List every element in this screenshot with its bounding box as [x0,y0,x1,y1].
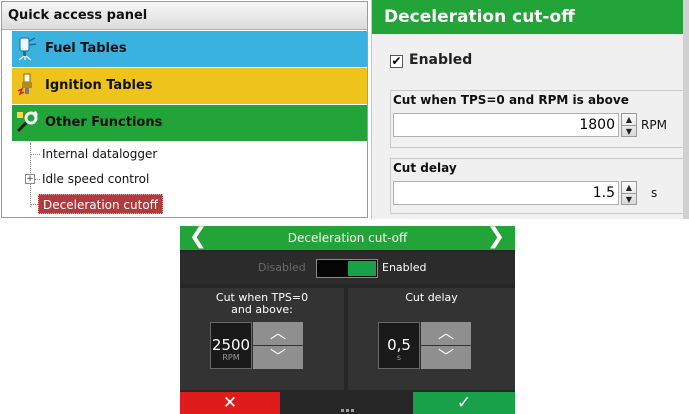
tree-item-idle-speed-control[interactable]: Idle speed control [42,169,149,189]
spark-plug-icon [17,73,32,96]
cancel-button[interactable]: ✕ [180,392,280,414]
enable-toggle-row: Disabled Enabled [180,252,515,284]
device-delay-label: Cut delay [405,291,458,304]
tree-expand-button[interactable]: + [25,174,35,184]
cut-delay-group: Cut delay 1.5 ▲ ▼ s [390,158,689,214]
panel-title: Deceleration cut-off [372,0,689,34]
menu-grid-icon[interactable] [316,397,378,412]
device-delay-spinner[interactable]: ︿ ﹀ [421,322,471,369]
rpm-threshold-group: Cut when TPS=0 and RPM is above 1800 ▲ ▼… [390,90,689,148]
device-rpm-spinner[interactable]: ︿ ﹀ [253,322,303,369]
tree-connector [30,154,40,155]
chevron-up-icon[interactable]: ︿ [421,322,471,345]
quick-access-panel: Quick access panel Fuel Tables Ignition … [1,1,368,218]
next-page-icon[interactable]: ❯ [486,226,506,250]
rpm-threshold-label: Cut when TPS=0 and RPM is above [393,93,629,107]
device-delay-value: 0,5 [387,336,411,354]
previous-page-icon[interactable]: ❮ [188,226,208,250]
tree-item-deceleration-cutoff[interactable]: Deceleration cutoff [38,194,163,214]
deceleration-cutoff-panel: Deceleration cut-off ✔ Enabled Cut when T… [371,0,689,219]
window-edge [683,0,689,219]
cut-delay-spinner[interactable]: ▲ ▼ [621,181,637,205]
toggle-knob [348,261,376,276]
category-ignition-tables[interactable]: Ignition Tables [12,68,367,104]
device-delay-panel: Cut delay 0,5 s ︿ ﹀ [348,288,515,390]
toggle-enabled-label: Enabled [382,261,427,274]
category-ignition-tables-label: Ignition Tables [45,78,153,93]
confirm-button[interactable]: ✓ [413,392,515,414]
enabled-checkbox[interactable]: ✔ [390,55,403,68]
enable-toggle-switch[interactable] [316,259,378,278]
fuel-injector-icon [18,37,37,61]
device-rpm-panel: Cut when TPS=0 and above: 2500 RPM ︿ ﹀ [180,288,344,390]
cut-delay-unit-label: s [651,186,658,200]
spin-down-icon[interactable]: ▼ [622,193,636,204]
category-fuel-tables-label: Fuel Tables [45,41,127,56]
category-other-functions[interactable]: Other Functions [12,105,367,141]
chevron-up-icon[interactable]: ︿ [253,322,303,345]
cut-delay-input[interactable]: 1.5 [393,181,619,205]
rpm-threshold-input[interactable]: 1800 [393,113,619,137]
spin-down-icon[interactable]: ▼ [622,125,636,136]
device-delay-value-box[interactable]: 0,5 s [378,322,420,369]
tree-item-internal-datalogger[interactable]: Internal datalogger [42,144,157,164]
spin-up-icon[interactable]: ▲ [622,114,636,125]
device-delay-unit: s [396,353,402,362]
category-other-functions-label: Other Functions [45,115,163,130]
cut-delay-label: Cut delay [393,161,457,175]
enabled-checkbox-row[interactable]: ✔ Enabled [390,51,472,69]
spin-up-icon[interactable]: ▲ [622,182,636,193]
enabled-checkbox-label: Enabled [409,52,473,68]
chevron-down-icon[interactable]: ﹀ [421,346,471,369]
toggle-disabled-label: Disabled [258,261,306,274]
device-title: Deceleration cut-off [180,226,515,250]
rpm-threshold-spinner[interactable]: ▲ ▼ [621,113,637,137]
device-rpm-value: 2500 [211,336,251,354]
desktop-software-window: Quick access panel Fuel Tables Ignition … [0,0,689,219]
device-rpm-unit: RPM [222,353,240,362]
device-rpm-value-box[interactable]: 2500 RPM [210,322,252,369]
device-screen: Deceleration cut-off ❮ ❯ Disabled Enable… [180,226,515,414]
quick-access-panel-title: Quick access panel [2,2,367,30]
category-fuel-tables[interactable]: Fuel Tables [12,31,367,67]
chevron-down-icon[interactable]: ﹀ [253,346,303,369]
functions-icon [16,111,38,133]
rpm-unit-label: RPM [641,118,667,132]
device-action-bar: ✕ ✓ [180,392,515,414]
device-rpm-label: Cut when TPS=0 and above: [215,291,309,316]
